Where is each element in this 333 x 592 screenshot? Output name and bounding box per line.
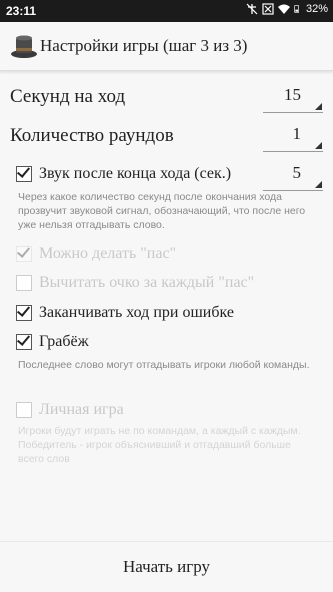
personal-game-checkbox[interactable]: Личная игра xyxy=(16,399,124,421)
sim-blocked-icon xyxy=(262,3,274,15)
robbery-description: Последнее слово могут отгадывать игроки … xyxy=(18,359,310,371)
checkbox-box[interactable] xyxy=(16,402,32,418)
seconds-per-turn-row: Секунд на ход 15 xyxy=(10,82,323,113)
personal-game-description: Игроки будут играть не по командам, а ка… xyxy=(18,425,301,465)
status-icons: 32% xyxy=(246,3,328,15)
start-game-button[interactable]: Начать игру xyxy=(0,542,333,592)
dropdown-triangle-icon xyxy=(315,181,322,188)
seconds-per-turn-spinner[interactable]: 15 xyxy=(263,82,323,113)
rounds-row: Количество раундов 1 xyxy=(10,121,323,152)
checkbox-box[interactable] xyxy=(16,246,32,262)
checkbox-box[interactable] xyxy=(16,334,32,350)
battery-icon xyxy=(294,5,299,13)
checkbox-box[interactable] xyxy=(16,275,32,291)
sound-after-turn-label: Звук после конца хода (сек.) xyxy=(39,165,232,182)
rounds-label: Количество раундов xyxy=(10,125,174,146)
mute-icon xyxy=(246,3,258,15)
sound-after-turn-description: Через какое количество секунд после окон… xyxy=(18,191,306,231)
sound-seconds-value: 5 xyxy=(292,163,302,182)
sound-after-turn-checkbox[interactable]: Звук после конца хода (сек.) xyxy=(16,163,231,185)
end-on-error-checkbox[interactable]: Заканчивать ход при ошибке xyxy=(16,302,234,324)
status-bar: 23:11 32% xyxy=(0,0,333,22)
end-on-error-label: Заканчивать ход при ошибке xyxy=(39,304,234,321)
battery-percent: 32% xyxy=(305,3,328,15)
sound-seconds-spinner[interactable]: 5 xyxy=(263,160,323,191)
seconds-per-turn-label: Секунд на ход xyxy=(10,86,126,107)
sound-seconds-row: 5 xyxy=(263,160,323,191)
status-time: 23:11 xyxy=(6,4,37,18)
rounds-spinner[interactable]: 1 xyxy=(263,121,323,152)
checkbox-box[interactable] xyxy=(16,305,32,321)
deduct-pass-checkbox[interactable]: Вычитать очко за каждый "пас" xyxy=(16,272,254,294)
app-bar: Настройки игры (шаг 3 из 3) xyxy=(0,22,333,71)
checkbox-box[interactable] xyxy=(16,166,32,182)
deduct-pass-label: Вычитать очко за каждый "пас" xyxy=(39,274,255,291)
seconds-per-turn-value: 15 xyxy=(284,85,301,104)
allow-pass-label: Можно делать "пас" xyxy=(39,245,177,262)
page-title: Настройки игры (шаг 3 из 3) xyxy=(40,36,248,55)
rounds-value: 1 xyxy=(292,124,302,143)
personal-game-label: Личная игра xyxy=(39,401,124,418)
robbery-label: Грабёж xyxy=(39,333,89,350)
top-hat-icon xyxy=(11,35,37,58)
allow-pass-checkbox[interactable]: Можно делать "пас" xyxy=(16,243,176,265)
dropdown-triangle-icon xyxy=(315,142,322,149)
wifi-icon xyxy=(277,4,290,14)
dropdown-triangle-icon xyxy=(315,103,322,110)
robbery-checkbox[interactable]: Грабёж xyxy=(16,331,89,353)
footer: Начать игру xyxy=(0,541,333,592)
